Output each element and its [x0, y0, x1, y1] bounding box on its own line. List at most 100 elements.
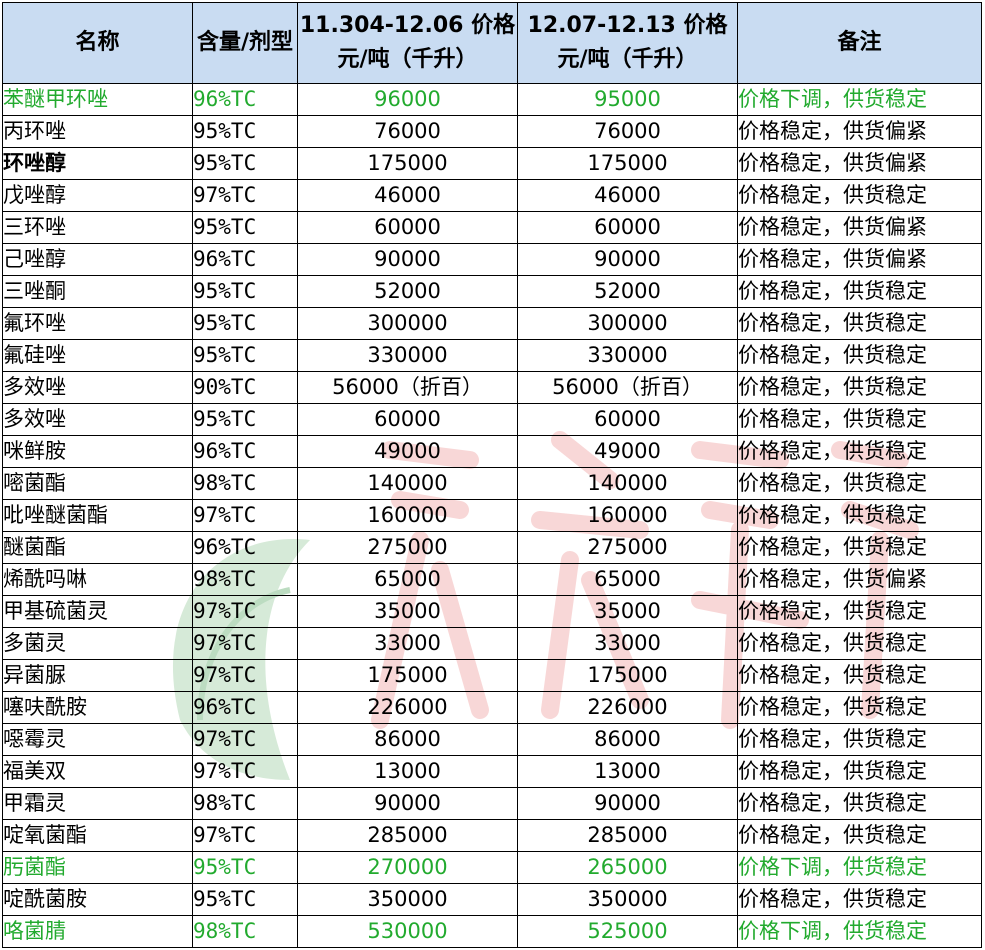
table-row: 醚菌酯 96%TC 275000 275000 价格稳定，供货稳定 [2, 531, 982, 564]
cell-price-period1: 350000 [297, 883, 518, 916]
cell-spec: 96%TC [192, 435, 298, 468]
table-row: 丙环唑 95%TC 76000 76000 价格稳定，供货偏紧 [2, 115, 982, 148]
header-name: 名称 [2, 2, 193, 84]
cell-price-period1: 35000 [297, 595, 518, 628]
cell-price-period2: 275000 [517, 531, 738, 564]
cell-name: 氟硅唑 [2, 339, 193, 372]
cell-price-period2: 90000 [517, 243, 738, 276]
cell-note: 价格稳定，供货稳定 [737, 883, 982, 916]
cell-note: 价格稳定，供货稳定 [737, 595, 982, 628]
cell-name: 啶氧菌酯 [2, 819, 193, 852]
cell-name: 咪鲜胺 [2, 435, 193, 468]
cell-spec: 96%TC [192, 691, 298, 724]
cell-price-period2: 226000 [517, 691, 738, 724]
table-row: 噻呋酰胺 96%TC 226000 226000 价格稳定，供货稳定 [2, 691, 982, 724]
cell-note: 价格下调，供货稳定 [737, 851, 982, 884]
table-row: 苯醚甲环唑 96%TC 96000 95000 价格下调，供货稳定 [2, 83, 982, 116]
cell-price-period1: 96000 [297, 83, 518, 116]
cell-note: 价格稳定，供货偏紧 [737, 243, 982, 276]
cell-spec: 98%TC [192, 915, 298, 948]
table-row: 氟环唑 95%TC 300000 300000 价格稳定，供货稳定 [2, 307, 982, 340]
table-row: 烯酰吗啉 98%TC 65000 65000 价格稳定，供货偏紧 [2, 563, 982, 596]
cell-spec: 90%TC [192, 371, 298, 404]
cell-spec: 95%TC [192, 883, 298, 916]
cell-price-period2: 13000 [517, 755, 738, 788]
cell-spec: 97%TC [192, 819, 298, 852]
cell-price-period1: 76000 [297, 115, 518, 148]
cell-spec: 97%TC [192, 723, 298, 756]
table-row: 咪鲜胺 96%TC 49000 49000 价格稳定，供货稳定 [2, 435, 982, 468]
cell-note: 价格稳定，供货稳定 [737, 179, 982, 212]
cell-price-period1: 300000 [297, 307, 518, 340]
cell-price-period2: 330000 [517, 339, 738, 372]
cell-price-period1: 60000 [297, 403, 518, 436]
cell-name: 氟环唑 [2, 307, 193, 340]
table-row: 氟硅唑 95%TC 330000 330000 价格稳定，供货稳定 [2, 339, 982, 372]
cell-name: 三唑酮 [2, 275, 193, 308]
table-body: 苯醚甲环唑 96%TC 96000 95000 价格下调，供货稳定 丙环唑 95%TC 760… [2, 83, 982, 948]
cell-name: 戊唑醇 [2, 179, 193, 212]
cell-note: 价格稳定，供货稳定 [737, 435, 982, 468]
cell-note: 价格稳定，供货稳定 [737, 499, 982, 532]
cell-note: 价格下调，供货稳定 [737, 83, 982, 116]
table-row: 甲基硫菌灵 97%TC 35000 35000 价格稳定，供货稳定 [2, 595, 982, 628]
table-row: 多效唑 90%TC 56000（折百） 56000（折百） 价格稳定，供货稳定 [2, 371, 982, 404]
cell-spec: 95%TC [192, 211, 298, 244]
cell-price-period2: 46000 [517, 179, 738, 212]
cell-name: 甲霜灵 [2, 787, 193, 820]
cell-note: 价格稳定，供货稳定 [737, 371, 982, 404]
table-row: 肟菌酯 95%TC 270000 265000 价格下调，供货稳定 [2, 851, 982, 884]
cell-spec: 95%TC [192, 403, 298, 436]
cell-price-period1: 56000（折百） [297, 371, 518, 404]
cell-price-period1: 175000 [297, 147, 518, 180]
cell-name: 甲基硫菌灵 [2, 595, 193, 628]
table-row: 啶酰菌胺 95%TC 350000 350000 价格稳定，供货稳定 [2, 883, 982, 916]
cell-price-period2: 350000 [517, 883, 738, 916]
cell-price-period2: 49000 [517, 435, 738, 468]
cell-name: 多效唑 [2, 371, 193, 404]
cell-price-period2: 300000 [517, 307, 738, 340]
cell-name: 醚菌酯 [2, 531, 193, 564]
cell-price-period2: 95000 [517, 83, 738, 116]
header-period1: 11.304-12.06 价格元/吨（千升） [297, 2, 518, 84]
table-row: 戊唑醇 97%TC 46000 46000 价格稳定，供货稳定 [2, 179, 982, 212]
header-spec: 含量/剂型 [192, 2, 298, 84]
cell-spec: 96%TC [192, 531, 298, 564]
cell-note: 价格稳定，供货稳定 [737, 723, 982, 756]
table-row: 环唑醇 95%TC 175000 175000 价格稳定，供货偏紧 [2, 147, 982, 180]
cell-price-period2: 265000 [517, 851, 738, 884]
cell-price-period1: 226000 [297, 691, 518, 724]
cell-name: 福美双 [2, 755, 193, 788]
cell-price-period2: 175000 [517, 147, 738, 180]
cell-note: 价格稳定，供货稳定 [737, 819, 982, 852]
cell-spec: 98%TC [192, 467, 298, 500]
cell-price-period2: 160000 [517, 499, 738, 532]
cell-price-period1: 86000 [297, 723, 518, 756]
cell-price-period2: 56000（折百） [517, 371, 738, 404]
cell-spec: 96%TC [192, 83, 298, 116]
cell-price-period2: 285000 [517, 819, 738, 852]
cell-name: 烯酰吗啉 [2, 563, 193, 596]
cell-name: 噁霉灵 [2, 723, 193, 756]
cell-spec: 98%TC [192, 787, 298, 820]
cell-name: 异菌脲 [2, 659, 193, 692]
cell-note: 价格稳定，供货稳定 [737, 755, 982, 788]
cell-price-period2: 60000 [517, 211, 738, 244]
table-row: 己唑醇 96%TC 90000 90000 价格稳定，供货偏紧 [2, 243, 982, 276]
cell-spec: 97%TC [192, 659, 298, 692]
cell-price-period1: 60000 [297, 211, 518, 244]
cell-name: 丙环唑 [2, 115, 193, 148]
cell-spec: 95%TC [192, 339, 298, 372]
table-row: 吡唑醚菌酯 97%TC 160000 160000 价格稳定，供货稳定 [2, 499, 982, 532]
table-row: 多菌灵 97%TC 33000 33000 价格稳定，供货稳定 [2, 627, 982, 660]
cell-spec: 95%TC [192, 275, 298, 308]
table-row: 三环唑 95%TC 60000 60000 价格稳定，供货偏紧 [2, 211, 982, 244]
cell-name: 多菌灵 [2, 627, 193, 660]
cell-note: 价格稳定，供货稳定 [737, 531, 982, 564]
cell-spec: 95%TC [192, 115, 298, 148]
cell-price-period2: 76000 [517, 115, 738, 148]
cell-note: 价格稳定，供货偏紧 [737, 115, 982, 148]
cell-price-period1: 90000 [297, 243, 518, 276]
cell-spec: 97%TC [192, 595, 298, 628]
cell-name: 啶酰菌胺 [2, 883, 193, 916]
